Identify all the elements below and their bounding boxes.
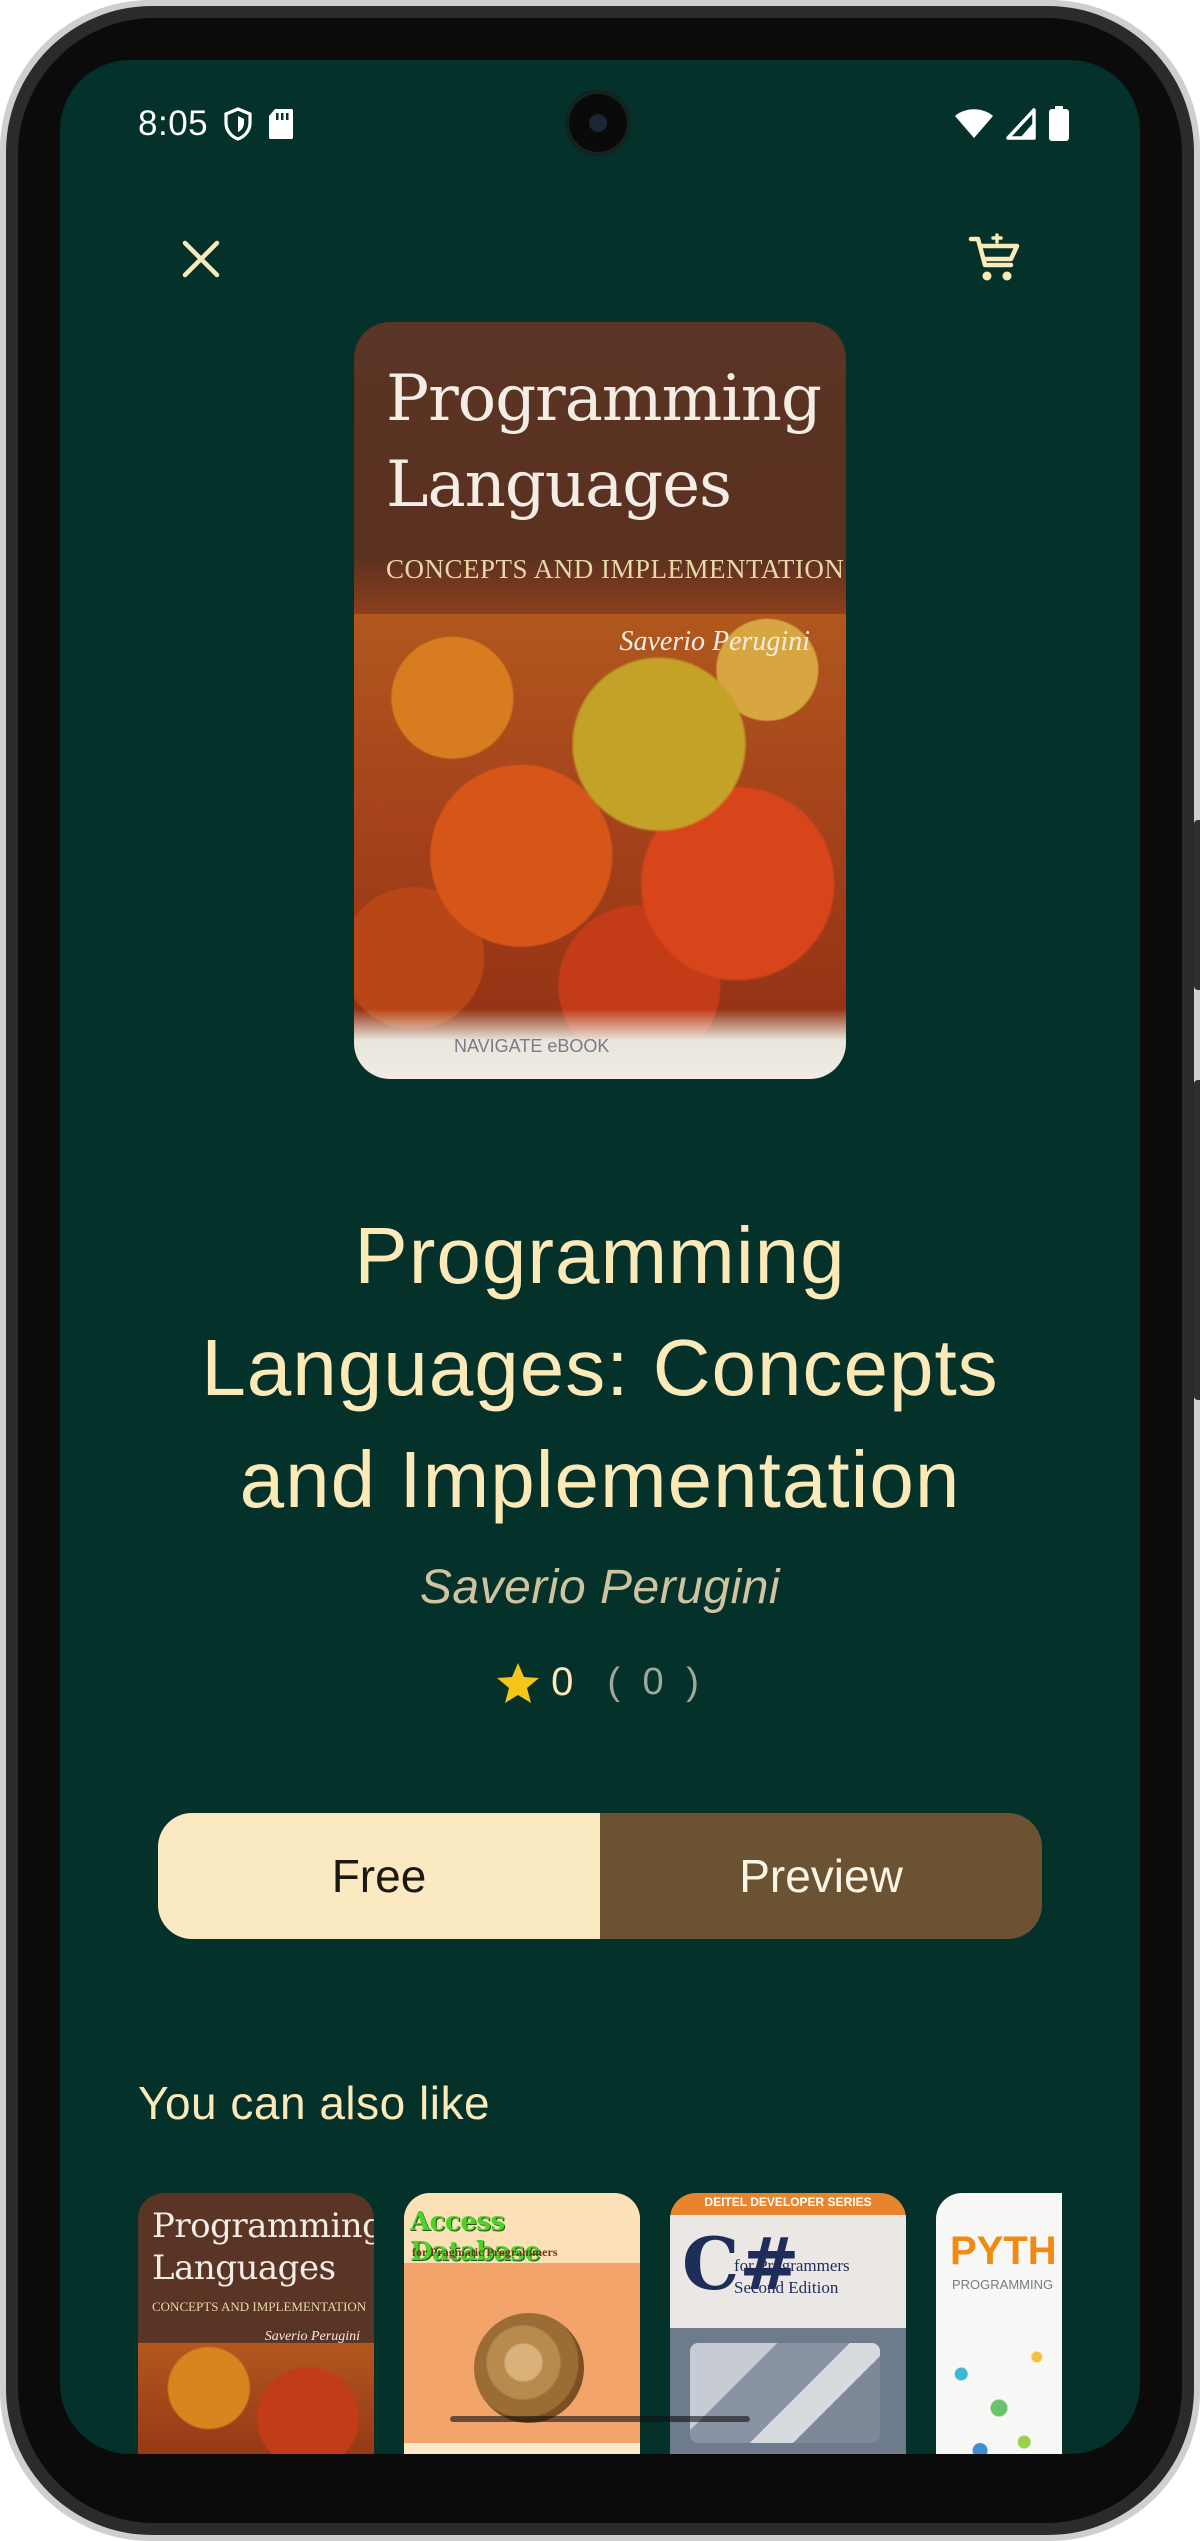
card-footer bbox=[404, 2443, 640, 2454]
screen: 8:05 Programming Languages CONCEPTS AND … bbox=[60, 60, 1140, 2454]
cover-subtitle: CONCEPTS AND IMPLEMENTATION bbox=[386, 554, 845, 584]
recommended-book-card[interactable]: PYTH PROGRAMMING bbox=[936, 2193, 1062, 2454]
card-building-image bbox=[690, 2343, 880, 2443]
status-left-icons bbox=[223, 107, 295, 145]
action-buttons: Free Preview bbox=[158, 1813, 1042, 1939]
card-series-label: DEITEL DEVELOPER SERIES bbox=[704, 2195, 872, 2209]
rating-row: 0 ( 0 ) bbox=[60, 1660, 1140, 1705]
card-subtitle: CONCEPTS AND IMPLEMENTATION bbox=[152, 2299, 367, 2314]
signal-icon bbox=[1006, 108, 1036, 144]
cover-title: Programming Languages bbox=[386, 356, 826, 528]
recommended-book-card[interactable]: Programming Languages CONCEPTS AND IMPLE… bbox=[138, 2193, 374, 2454]
recommendations-title: You can also like bbox=[138, 2077, 491, 2129]
free-button[interactable]: Free bbox=[158, 1813, 600, 1939]
status-bar: 8:05 bbox=[60, 60, 1140, 190]
rating-value: 0 bbox=[551, 1660, 574, 1704]
device-frame: 8:05 Programming Languages CONCEPTS AND … bbox=[0, 0, 1200, 2541]
top-bar bbox=[60, 210, 1140, 320]
star-icon bbox=[497, 1662, 540, 1703]
book-author: Saverio Perugini bbox=[419, 1561, 781, 1614]
front-camera bbox=[565, 90, 631, 156]
cover-title-line1: Programming bbox=[386, 362, 822, 436]
wifi-icon bbox=[954, 108, 994, 144]
status-right-icons bbox=[954, 106, 1070, 146]
volume-button bbox=[1194, 1080, 1200, 1400]
card-dots-image bbox=[936, 2323, 1062, 2454]
cart-icon bbox=[968, 233, 1020, 281]
card-subtitle: for Programmers Second Edition bbox=[734, 2255, 850, 2299]
preview-button[interactable]: Preview bbox=[600, 1813, 1042, 1939]
power-button bbox=[1194, 820, 1200, 990]
card-subtitle-line1: for Programmers bbox=[734, 2256, 850, 2275]
cart-button[interactable] bbox=[950, 214, 1040, 304]
card-subtitle: for Pragmatic Programmers bbox=[412, 2245, 558, 2259]
status-time: 8:05 bbox=[138, 104, 209, 143]
close-button[interactable] bbox=[156, 214, 246, 304]
card-subtitle-line2: Second Edition bbox=[734, 2278, 839, 2297]
card-author: Saverio Perugini bbox=[264, 2329, 360, 2344]
sd-card-icon bbox=[267, 107, 295, 145]
recommendations-carousel[interactable]: Programming Languages CONCEPTS AND IMPLE… bbox=[138, 2193, 1123, 2454]
recommended-book-card[interactable]: DEITEL DEVELOPER SERIES C# for Programme… bbox=[670, 2193, 906, 2454]
card-title-line2: Languages bbox=[152, 2248, 336, 2288]
cover-badge: NAVIGATE eBOOK bbox=[454, 1036, 610, 1056]
recommended-book-card[interactable]: Access Database for Pragmatic Programmer… bbox=[404, 2193, 640, 2454]
card-cover-image bbox=[138, 2343, 374, 2454]
close-icon bbox=[182, 240, 220, 278]
card-subtitle: PROGRAMMING bbox=[952, 2277, 1054, 2292]
book-cover[interactable]: Programming Languages CONCEPTS AND IMPLE… bbox=[354, 322, 846, 1079]
card-snail-image bbox=[474, 2313, 584, 2423]
cover-author: Saverio Perugini bbox=[619, 626, 810, 657]
book-title: Programming Languages: Concepts and Impl… bbox=[201, 1211, 999, 1524]
shield-icon bbox=[223, 107, 253, 145]
battery-icon bbox=[1048, 106, 1070, 146]
cover-title-line2: Languages bbox=[386, 448, 732, 522]
card-title: PYTH bbox=[950, 2229, 1057, 2273]
home-indicator[interactable] bbox=[450, 2416, 750, 2422]
card-title-line1: Programming bbox=[152, 2206, 374, 2246]
rating-count: ( 0 ) bbox=[607, 1661, 705, 1703]
card-title: Programming Languages bbox=[152, 2205, 374, 2289]
